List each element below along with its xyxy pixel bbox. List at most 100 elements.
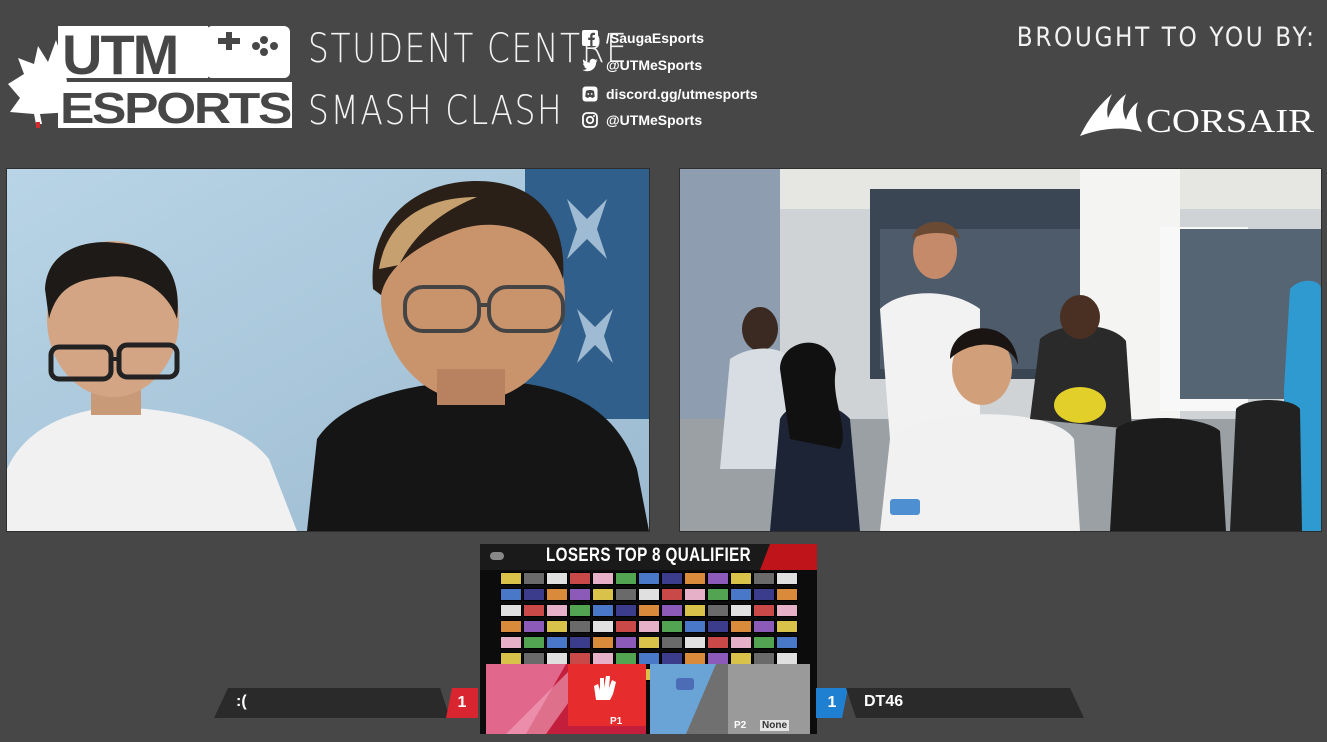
character-tile[interactable]	[523, 636, 545, 649]
character-tile[interactable]	[753, 636, 775, 649]
instagram-icon	[582, 112, 598, 128]
character-tile[interactable]	[546, 572, 568, 585]
character-tile[interactable]	[615, 588, 637, 601]
character-tile[interactable]	[569, 588, 591, 601]
character-tile[interactable]	[615, 620, 637, 633]
character-tile[interactable]	[569, 636, 591, 649]
discord-icon	[582, 86, 598, 102]
facebook-icon	[582, 30, 598, 46]
hud-p2-status: None	[760, 720, 789, 731]
social-facebook: /SaugaEsports	[582, 27, 704, 49]
character-tile[interactable]	[569, 572, 591, 585]
event-name-line-2: SMASH CLASH	[308, 88, 564, 134]
social-instagram-handle: @UTMeSports	[606, 112, 703, 128]
player1-nameplate	[214, 688, 450, 718]
event-name-line-1: STUDENT CENTRE	[308, 26, 629, 72]
character-tile[interactable]	[661, 620, 683, 633]
character-tile[interactable]	[523, 620, 545, 633]
character-tile[interactable]	[500, 588, 522, 601]
player1-name: :(	[236, 693, 247, 710]
character-tile[interactable]	[730, 636, 752, 649]
character-tile[interactable]	[753, 620, 775, 633]
player2-token-icon	[676, 678, 694, 690]
character-tile[interactable]	[546, 588, 568, 601]
character-tile[interactable]	[638, 588, 660, 601]
player-hand-cursor-icon	[594, 676, 616, 700]
character-tile[interactable]	[661, 636, 683, 649]
character-tile[interactable]	[776, 636, 798, 649]
character-tile[interactable]	[615, 604, 637, 617]
character-tile[interactable]	[592, 604, 614, 617]
character-tile[interactable]	[684, 572, 706, 585]
social-facebook-handle: /SaugaEsports	[606, 30, 705, 46]
corsair-logo: CORSAIR	[1080, 94, 1314, 140]
utm-esports-logo: UTM ESPORTS	[8, 23, 293, 130]
character-tile[interactable]	[615, 636, 637, 649]
character-tile[interactable]	[661, 572, 683, 585]
character-tile[interactable]	[776, 588, 798, 601]
game-feed: LOSERS TOP 8 QUALIFIER P1 P2 None	[480, 544, 817, 734]
character-tile[interactable]	[684, 620, 706, 633]
character-tile[interactable]	[707, 572, 729, 585]
player2-score: 1	[816, 688, 848, 718]
social-instagram: @UTMeSports	[582, 109, 702, 131]
character-tile[interactable]	[753, 604, 775, 617]
social-discord: discord.gg/utmesports	[582, 83, 758, 105]
character-tile[interactable]	[730, 604, 752, 617]
character-tile[interactable]	[500, 572, 522, 585]
character-tile[interactable]	[592, 636, 614, 649]
character-tile[interactable]	[615, 572, 637, 585]
character-tile[interactable]	[730, 588, 752, 601]
character-tile[interactable]	[638, 620, 660, 633]
player2-name: DT46	[864, 693, 904, 710]
social-discord-handle: discord.gg/utmesports	[606, 86, 758, 102]
character-tile[interactable]	[569, 620, 591, 633]
character-tile[interactable]	[730, 620, 752, 633]
round-title: LOSERS TOP 8 QUALIFIER	[545, 545, 752, 566]
character-tile[interactable]	[707, 604, 729, 617]
character-tile[interactable]	[523, 588, 545, 601]
character-tile[interactable]	[730, 572, 752, 585]
character-tile[interactable]	[638, 604, 660, 617]
character-tile[interactable]	[569, 604, 591, 617]
character-tile[interactable]	[684, 636, 706, 649]
social-twitter-handle: @UTMeSports	[606, 57, 703, 73]
character-tile[interactable]	[546, 636, 568, 649]
character-tile[interactable]	[776, 572, 798, 585]
character-tile[interactable]	[707, 588, 729, 601]
commentator-camera	[6, 168, 650, 532]
character-tile[interactable]	[776, 604, 798, 617]
character-tile[interactable]	[592, 588, 614, 601]
character-tile[interactable]	[500, 636, 522, 649]
character-tile[interactable]	[707, 620, 729, 633]
character-tile[interactable]	[546, 620, 568, 633]
sponsor-caption: BROUGHT TO YOU BY:	[1017, 22, 1317, 53]
character-tile[interactable]	[707, 636, 729, 649]
character-tile[interactable]	[500, 604, 522, 617]
logo-text-top: UTM	[62, 23, 177, 86]
player1-score: 1	[446, 688, 478, 718]
character-tile[interactable]	[753, 588, 775, 601]
character-tile[interactable]	[523, 572, 545, 585]
gamepad-icon	[490, 552, 504, 560]
character-tile[interactable]	[500, 620, 522, 633]
character-tile[interactable]	[776, 620, 798, 633]
venue-camera	[679, 168, 1322, 532]
logo-text-bottom: ESPORTS	[60, 84, 291, 130]
character-tile[interactable]	[684, 588, 706, 601]
twitter-icon	[582, 58, 598, 72]
social-twitter: @UTMeSports	[582, 54, 702, 76]
hud-p1-tag: P1	[610, 716, 623, 727]
character-tile[interactable]	[523, 604, 545, 617]
character-tile[interactable]	[661, 604, 683, 617]
character-tile[interactable]	[638, 572, 660, 585]
hud-p2-tag: P2	[734, 720, 747, 731]
character-tile[interactable]	[546, 604, 568, 617]
sponsor-name: CORSAIR	[1146, 103, 1314, 140]
character-tile[interactable]	[753, 572, 775, 585]
character-tile[interactable]	[661, 588, 683, 601]
character-tile[interactable]	[592, 620, 614, 633]
character-tile[interactable]	[638, 636, 660, 649]
character-tile[interactable]	[684, 604, 706, 617]
character-tile[interactable]	[592, 572, 614, 585]
